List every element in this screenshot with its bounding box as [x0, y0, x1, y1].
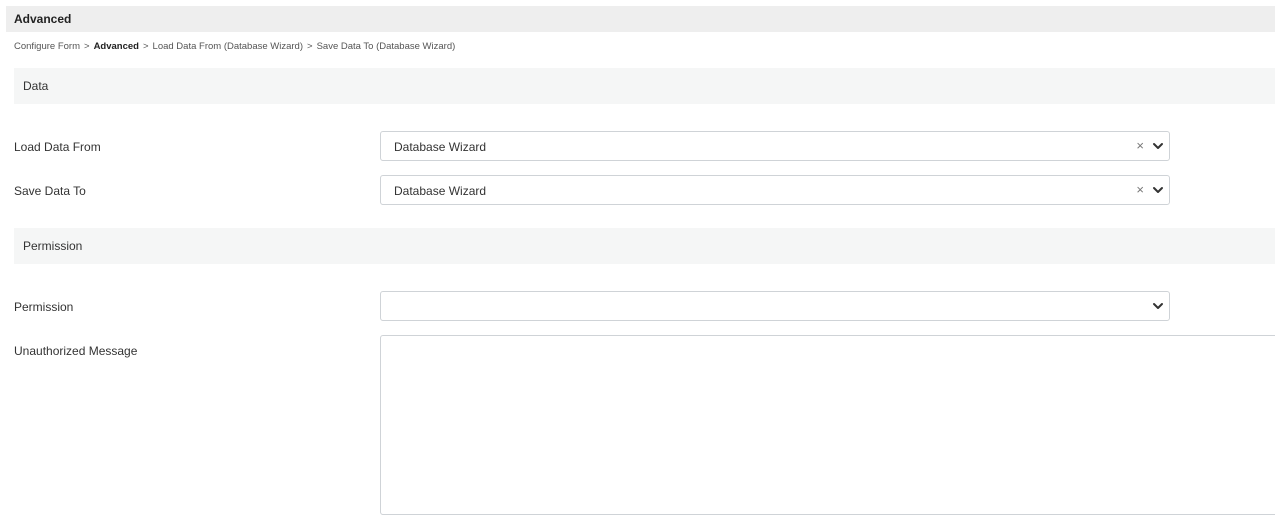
title-bar: Advanced — [6, 6, 1275, 32]
breadcrumb: Configure Form > Advanced > Load Data From (… — [14, 41, 455, 52]
chevron-down-icon[interactable] — [1151, 140, 1165, 152]
unauthorized-message-label: Unauthorized Message — [14, 344, 138, 358]
save-data-to-value: Database Wizard — [394, 184, 487, 198]
permission-select[interactable] — [380, 291, 1170, 321]
section-header-data: Data — [14, 68, 1275, 104]
breadcrumb-separator: > — [307, 41, 313, 52]
breadcrumb-item-configure-form[interactable]: Configure Form — [14, 41, 80, 52]
chevron-down-icon[interactable] — [1151, 184, 1165, 196]
close-icon[interactable]: × — [1136, 182, 1144, 198]
section-header-permission: Permission — [14, 228, 1275, 264]
load-data-from-value: Database Wizard — [394, 140, 487, 154]
breadcrumb-item-save-data-to[interactable]: Save Data To (Database Wizard) — [317, 41, 456, 52]
breadcrumb-item-load-data-from[interactable]: Load Data From (Database Wizard) — [153, 41, 303, 52]
page-title: Advanced — [14, 12, 72, 26]
breadcrumb-separator: > — [142, 41, 149, 52]
breadcrumb-item-advanced: Advanced — [93, 41, 139, 52]
advanced-settings-page: Advanced Configure Form > Advanced > Load Da… — [0, 0, 1275, 522]
breadcrumb-separator: > — [84, 41, 90, 52]
load-data-from-select[interactable]: Database Wizard × — [380, 131, 1170, 161]
load-data-from-label: Load Data From — [14, 140, 101, 154]
save-data-to-label: Save Data To — [14, 184, 86, 198]
chevron-down-icon[interactable] — [1151, 300, 1165, 312]
save-data-to-select[interactable]: Database Wizard × — [380, 175, 1170, 205]
close-icon[interactable]: × — [1136, 138, 1144, 154]
section-title-data: Data — [23, 79, 49, 93]
permission-label: Permission — [14, 300, 74, 314]
section-title-permission: Permission — [23, 239, 83, 253]
unauthorized-message-textarea[interactable] — [380, 335, 1275, 515]
